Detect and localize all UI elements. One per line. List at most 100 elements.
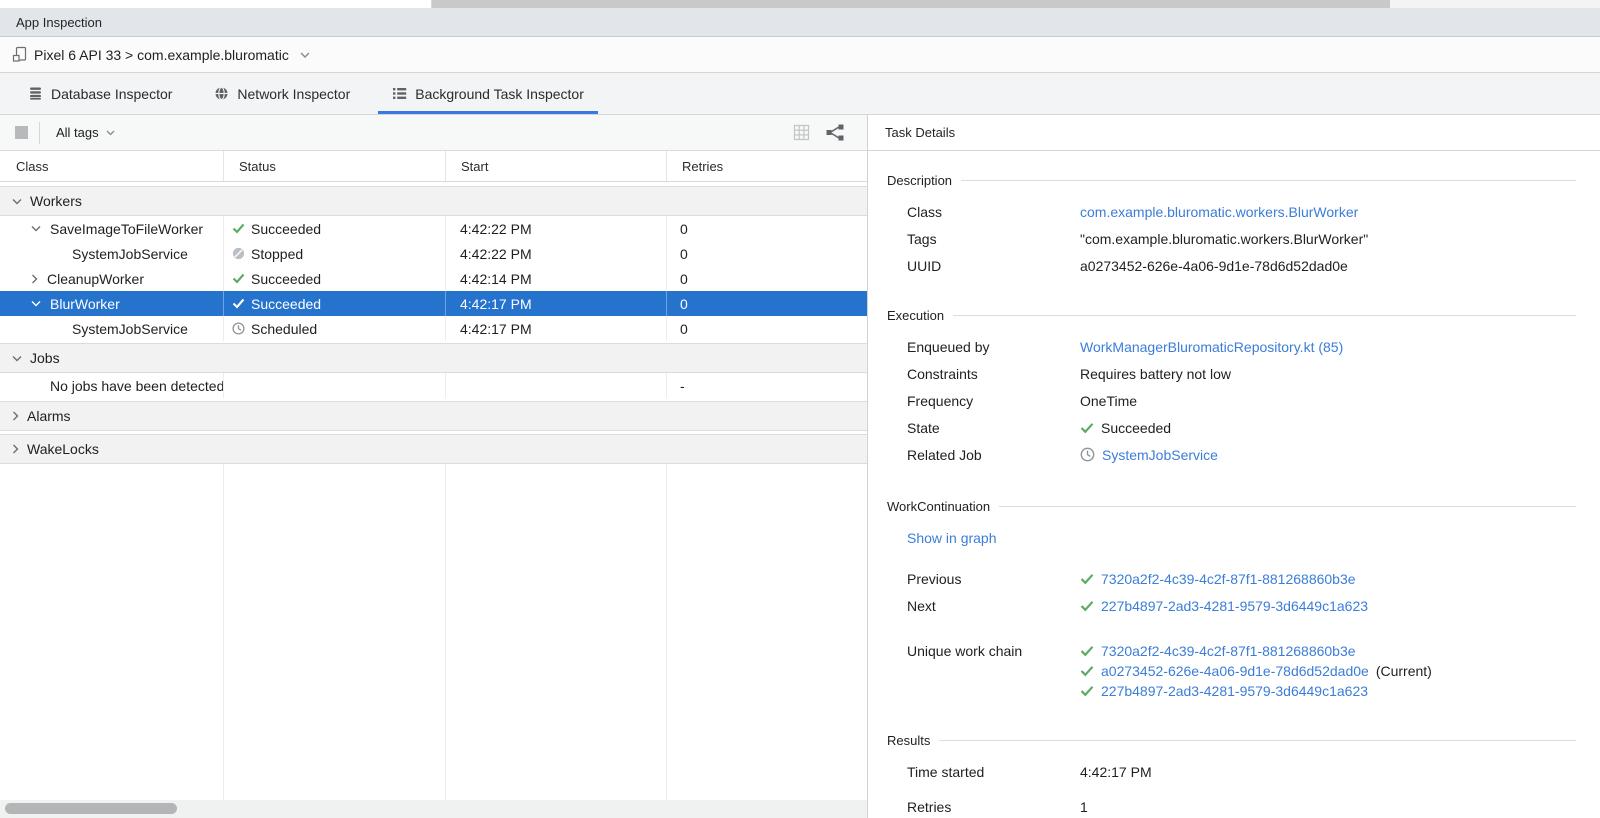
group-row-alarms[interactable]: Alarms <box>0 401 867 431</box>
start-time: 4:42:17 PM <box>460 321 532 337</box>
horizontal-scrollbar[interactable] <box>0 800 867 818</box>
previous-work-link[interactable]: 7320a2f2-4c39-4c2f-87f1-881268860b3e <box>1101 571 1356 587</box>
retries-count: 0 <box>680 271 688 287</box>
succeeded-icon <box>1080 665 1094 677</box>
stop-inspection-icon[interactable] <box>15 126 28 139</box>
tab-label: Database Inspector <box>51 86 172 102</box>
chain-work-link[interactable]: 227b4897-2ad3-4281-9579-3d6449c1a623 <box>1101 683 1368 699</box>
inspector-tabs: Database Inspector Network Inspector Bac… <box>0 73 1600 115</box>
device-selector-label: Pixel 6 API 33 > com.example.bluromatic <box>34 47 289 63</box>
column-divider <box>223 464 224 800</box>
worker-class: SaveImageToFileWorker <box>50 221 203 237</box>
show-in-graph-row: Show in graph <box>887 524 1576 551</box>
detail-row-tags: Tags "com.example.bluromatic.workers.Blu… <box>887 225 1576 252</box>
chevron-right-icon[interactable] <box>12 411 19 421</box>
related-job-link[interactable]: SystemJobService <box>1102 447 1218 463</box>
succeeded-icon <box>1080 573 1094 585</box>
group-label: Workers <box>30 193 82 209</box>
frequency-value: OneTime <box>1080 393 1137 409</box>
worker-class: BlurWorker <box>50 296 120 312</box>
tab-database-inspector[interactable]: Database Inspector <box>14 73 186 114</box>
task-table-panel: All tags <box>0 115 868 818</box>
toolbar-divider <box>39 122 40 144</box>
start-time: 4:42:22 PM <box>460 221 532 237</box>
chevron-down-icon[interactable] <box>31 300 41 307</box>
all-tags-dropdown[interactable]: All tags <box>56 125 115 140</box>
chevron-right-icon[interactable] <box>12 444 19 454</box>
table-row[interactable]: CleanupWorker Succeeded 4:42:14 PM 0 <box>0 266 867 291</box>
retries-count: - <box>680 378 685 394</box>
start-time: 4:42:14 PM <box>460 271 532 287</box>
column-divider <box>445 464 446 800</box>
succeeded-icon <box>232 273 245 284</box>
table-body: Workers SaveImageToFileWorker Succeeded … <box>0 182 867 818</box>
succeeded-icon <box>1080 645 1094 657</box>
enqueued-by-link[interactable]: WorkManagerBluromaticRepository.kt (85) <box>1080 339 1343 355</box>
clock-icon <box>1080 447 1095 462</box>
scheduled-clock-icon <box>232 322 245 335</box>
top-strip-right <box>1390 0 1600 8</box>
column-header-class[interactable]: Class <box>0 151 224 181</box>
class-link[interactable]: com.example.bluromatic.workers.BlurWorke… <box>1080 204 1358 220</box>
detail-row-constraints: Constraints Requires battery not low <box>887 360 1576 387</box>
detail-row-retries: Retries 1 <box>887 793 1576 818</box>
chevron-down-icon[interactable] <box>12 198 22 205</box>
view-mode-buttons <box>793 124 855 141</box>
show-in-graph-link[interactable]: Show in graph <box>907 530 997 546</box>
table-row[interactable]: SaveImageToFileWorker Succeeded 4:42:22 … <box>0 216 867 241</box>
section-rule <box>961 180 1576 181</box>
table-row-selected[interactable]: BlurWorker Succeeded 4:42:17 PM 0 <box>0 291 867 316</box>
status-text: Stopped <box>251 246 303 262</box>
device-selector-bar[interactable]: Pixel 6 API 33 > com.example.bluromatic <box>0 37 1600 73</box>
chain-entry: a0273452-626e-4a06-9d1e-78d6d52dad0e (Cu… <box>1080 661 1432 681</box>
column-header-retries[interactable]: Retries <box>667 151 867 181</box>
column-header-start[interactable]: Start <box>446 151 667 181</box>
tab-background-task-inspector[interactable]: Background Task Inspector <box>378 73 598 114</box>
table-row[interactable]: SystemJobService Stopped 4:42:22 PM 0 <box>0 241 867 266</box>
group-label: WakeLocks <box>27 441 99 457</box>
table-row-empty-jobs: No jobs have been detected - <box>0 373 867 398</box>
chevron-right-icon[interactable] <box>31 274 38 284</box>
app-inspection-header: App Inspection <box>0 8 1600 37</box>
column-header-status[interactable]: Status <box>224 151 446 181</box>
chevron-down-icon[interactable] <box>12 355 22 362</box>
constraints-value: Requires battery not low <box>1080 366 1231 382</box>
succeeded-icon <box>1080 422 1094 434</box>
uuid-value: a0273452-626e-4a06-9d1e-78d6d52dad0e <box>1080 258 1348 274</box>
detail-row-related-job: Related Job SystemJobService <box>887 441 1576 468</box>
next-work-link[interactable]: 227b4897-2ad3-4281-9579-3d6449c1a623 <box>1101 598 1368 614</box>
time-started-value: 4:42:17 PM <box>1080 764 1152 780</box>
worker-class: SystemJobService <box>72 321 188 337</box>
group-row-wakelocks[interactable]: WakeLocks <box>0 434 867 464</box>
worker-class: CleanupWorker <box>47 271 144 287</box>
group-label: Alarms <box>27 408 71 424</box>
state-value: Succeeded <box>1101 420 1171 436</box>
chain-work-link[interactable]: a0273452-626e-4a06-9d1e-78d6d52dad0e <box>1101 663 1369 679</box>
top-strip-light <box>0 0 432 8</box>
table-view-icon[interactable] <box>793 124 810 141</box>
detail-row-state: State Succeeded <box>887 414 1576 441</box>
detail-row-uuid: UUID a0273452-626e-4a06-9d1e-78d6d52dad0… <box>887 252 1576 279</box>
results-retries-value: 1 <box>1080 799 1088 815</box>
detail-row-class: Class com.example.bluromatic.workers.Blu… <box>887 198 1576 225</box>
chevron-down-icon[interactable] <box>31 225 41 232</box>
detail-row-previous: Previous 7320a2f2-4c39-4c2f-87f1-8812688… <box>887 565 1576 592</box>
section-results: Results <box>887 733 1576 748</box>
group-row-workers[interactable]: Workers <box>0 186 867 216</box>
chain-work-link[interactable]: 7320a2f2-4c39-4c2f-87f1-881268860b3e <box>1101 643 1356 659</box>
succeeded-icon <box>232 223 245 234</box>
detail-row-next: Next 227b4897-2ad3-4281-9579-3d6449c1a62… <box>887 592 1576 619</box>
status-text: Succeeded <box>251 221 321 237</box>
tab-network-inspector[interactable]: Network Inspector <box>200 73 364 114</box>
graph-view-icon[interactable] <box>826 124 845 141</box>
retries-count: 0 <box>680 296 688 312</box>
section-rule <box>939 740 1576 741</box>
tab-label: Background Task Inspector <box>415 86 584 102</box>
scrollbar-thumb[interactable] <box>5 803 177 814</box>
chain-entry: 227b4897-2ad3-4281-9579-3d6449c1a623 <box>1080 681 1432 701</box>
column-divider <box>666 464 667 800</box>
detail-row-frequency: Frequency OneTime <box>887 387 1576 414</box>
empty-message: No jobs have been detected <box>50 378 224 394</box>
table-row[interactable]: SystemJobService Scheduled 4:42:17 PM 0 <box>0 316 867 341</box>
group-row-jobs[interactable]: Jobs <box>0 343 867 373</box>
